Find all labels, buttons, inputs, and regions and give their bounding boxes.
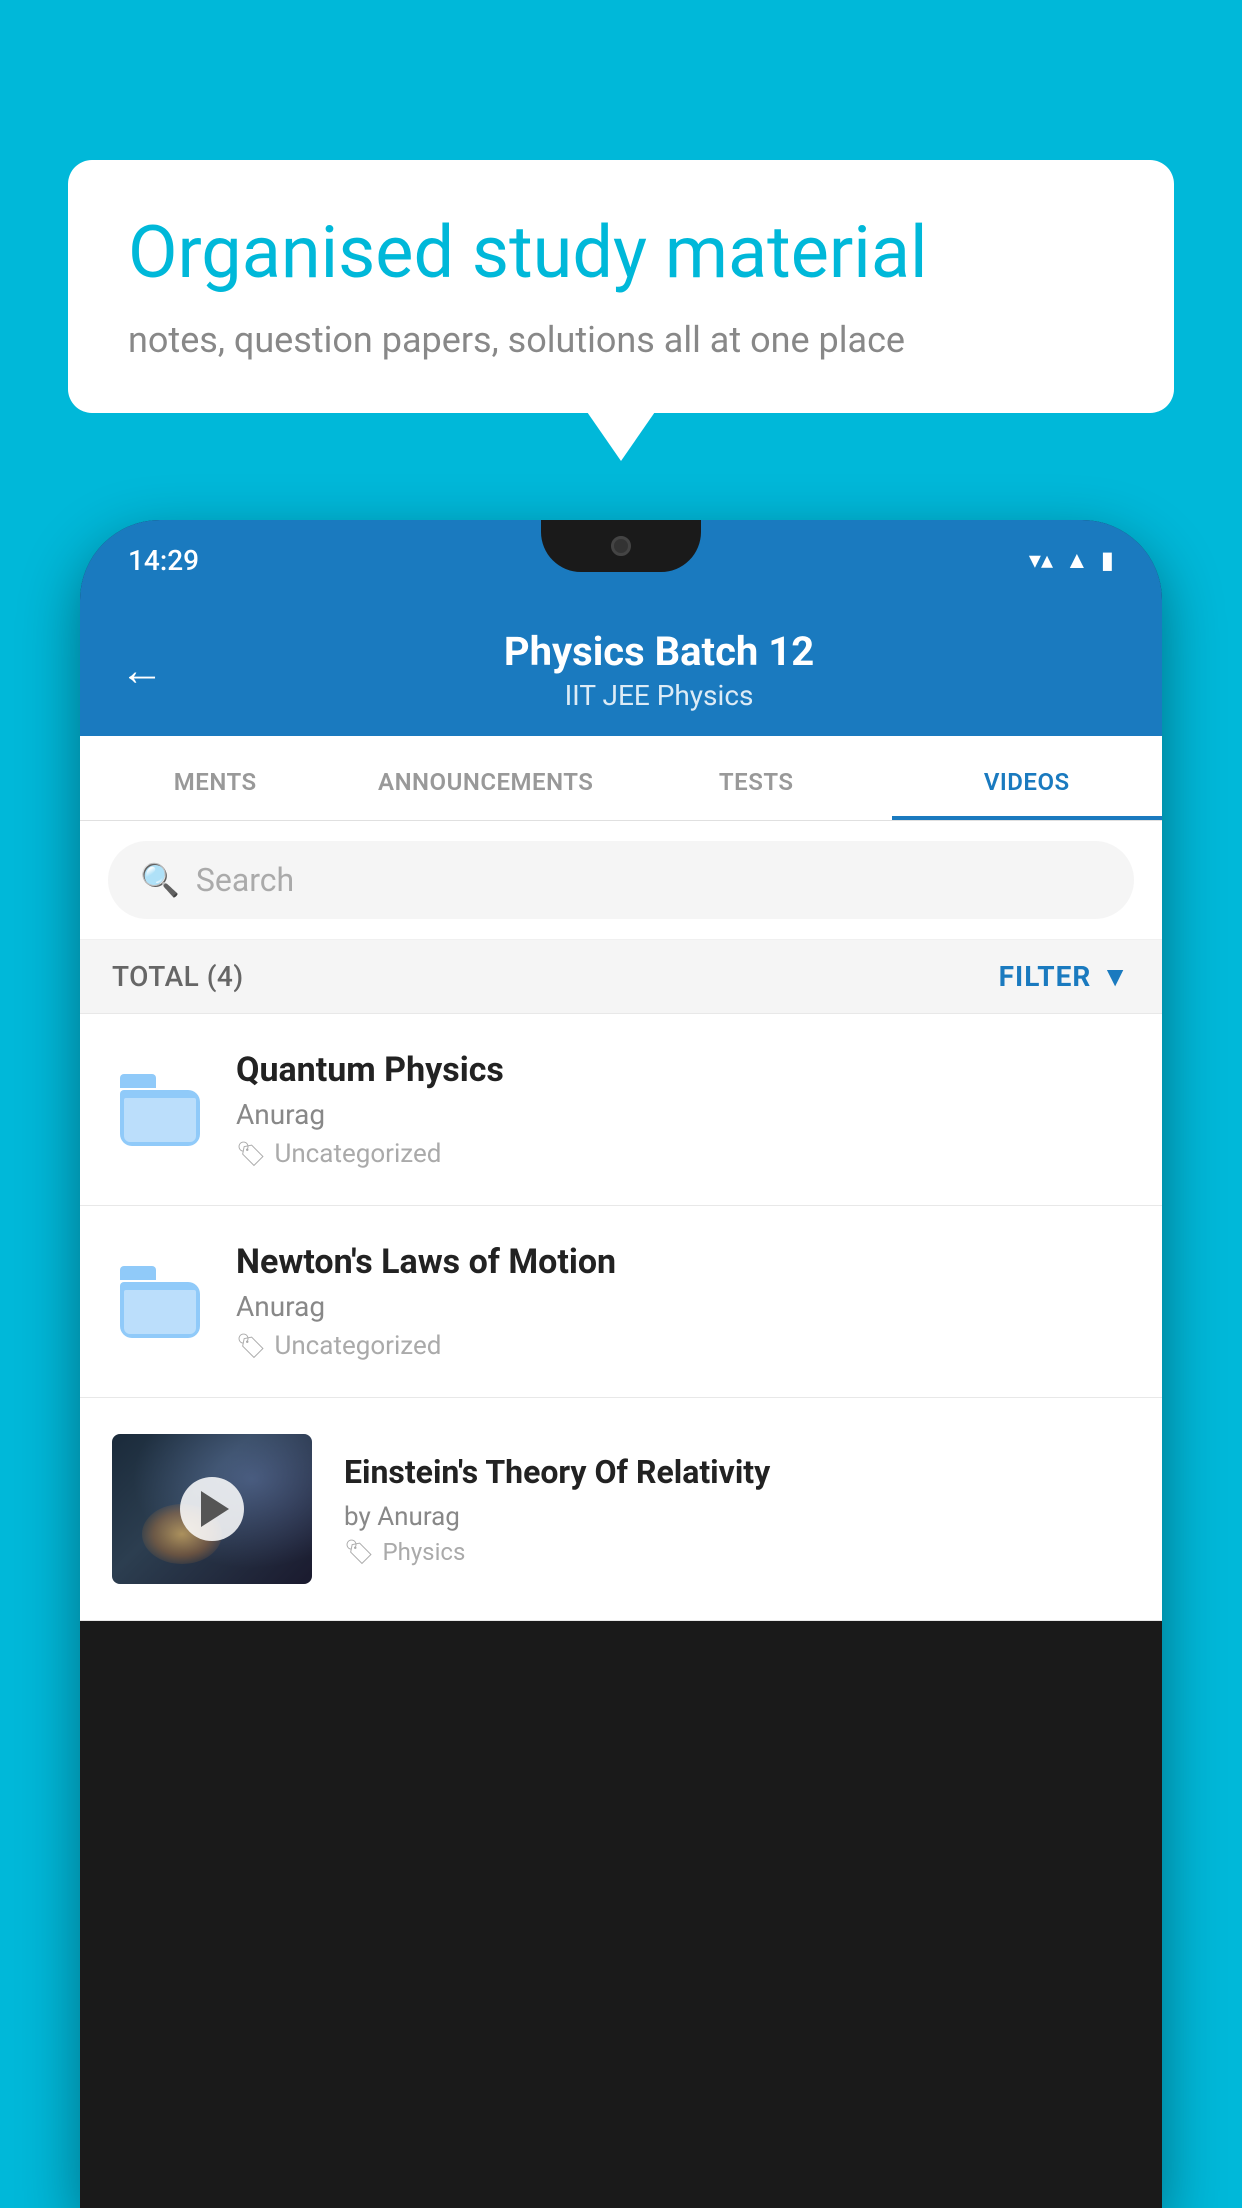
video-title: Einstein's Theory Of Relativity xyxy=(344,1452,1130,1494)
back-button[interactable]: ← xyxy=(120,644,164,696)
video-thumbnail[interactable] xyxy=(112,1434,312,1584)
play-icon xyxy=(201,1491,229,1527)
content-area: Quantum Physics Anurag 🏷 Uncategorized N… xyxy=(80,1014,1162,1621)
tab-tests[interactable]: TESTS xyxy=(621,736,892,820)
video-author: by Anurag xyxy=(344,1502,1130,1532)
video-title: Newton's Laws of Motion xyxy=(236,1242,1130,1282)
phone-notch xyxy=(541,520,701,572)
tab-videos[interactable]: VIDEOS xyxy=(892,736,1163,820)
folder-icon xyxy=(112,1254,208,1350)
speech-bubble-subtitle: notes, question papers, solutions all at… xyxy=(128,319,1114,361)
tag-label: Physics xyxy=(382,1538,465,1566)
tag-label: Uncategorized xyxy=(274,1331,441,1361)
total-count-label: TOTAL (4) xyxy=(112,960,244,993)
speech-bubble-title: Organised study material xyxy=(128,212,1114,295)
search-input-wrap[interactable]: 🔍 Search xyxy=(108,841,1134,919)
tag-icon: 🏷 xyxy=(236,1140,266,1168)
video-item-info: Einstein's Theory Of Relativity by Anura… xyxy=(340,1452,1130,1566)
tag-label: Uncategorized xyxy=(274,1139,441,1169)
search-container: 🔍 Search xyxy=(80,821,1162,940)
header-title-group: Physics Batch 12 IIT JEE Physics xyxy=(196,628,1122,712)
phone-camera xyxy=(611,536,631,556)
video-tag: 🏷 Physics xyxy=(344,1538,1130,1566)
header-subtitle: IIT JEE Physics xyxy=(196,679,1122,712)
video-item-info: Quantum Physics Anurag 🏷 Uncategorized xyxy=(236,1050,1130,1169)
tab-ments[interactable]: MENTS xyxy=(80,736,351,820)
filter-icon: ▼ xyxy=(1101,960,1130,993)
search-icon: 🔍 xyxy=(140,861,180,899)
tag-icon: 🏷 xyxy=(236,1332,266,1360)
battery-icon: ▮ xyxy=(1101,546,1114,574)
tab-announcements[interactable]: ANNOUNCEMENTS xyxy=(351,736,622,820)
list-item[interactable]: Newton's Laws of Motion Anurag 🏷 Uncateg… xyxy=(80,1206,1162,1398)
header-title: Physics Batch 12 xyxy=(196,628,1122,675)
video-title: Quantum Physics xyxy=(236,1050,1130,1090)
video-tag: 🏷 Uncategorized xyxy=(236,1331,1130,1361)
wifi-icon: ▾▴ xyxy=(1029,546,1053,574)
filter-button[interactable]: FILTER ▼ xyxy=(999,960,1130,993)
speech-bubble: Organised study material notes, question… xyxy=(68,160,1174,413)
video-author: Anurag xyxy=(236,1098,1130,1131)
speech-bubble-container: Organised study material notes, question… xyxy=(68,160,1174,413)
status-icons: ▾▴ ▲ ▮ xyxy=(1029,546,1114,575)
phone-frame: 14:29 ▾▴ ▲ ▮ ← Physics Batch 12 IIT JEE … xyxy=(80,520,1162,2208)
folder-icon xyxy=(112,1062,208,1158)
filter-label: FILTER xyxy=(999,960,1092,993)
tag-icon: 🏷 xyxy=(344,1538,374,1566)
status-bar: 14:29 ▾▴ ▲ ▮ xyxy=(80,520,1162,600)
play-button[interactable] xyxy=(180,1477,244,1541)
list-item[interactable]: Quantum Physics Anurag 🏷 Uncategorized xyxy=(80,1014,1162,1206)
video-author: Anurag xyxy=(236,1290,1130,1323)
tabs-bar: MENTS ANNOUNCEMENTS TESTS VIDEOS xyxy=(80,736,1162,821)
app-header: ← Physics Batch 12 IIT JEE Physics xyxy=(80,600,1162,736)
list-item[interactable]: Einstein's Theory Of Relativity by Anura… xyxy=(80,1398,1162,1621)
search-input[interactable]: Search xyxy=(196,861,294,899)
status-time: 14:29 xyxy=(128,544,199,577)
video-tag: 🏷 Uncategorized xyxy=(236,1139,1130,1169)
signal-icon: ▲ xyxy=(1065,546,1089,575)
video-item-info: Newton's Laws of Motion Anurag 🏷 Uncateg… xyxy=(236,1242,1130,1361)
filter-row: TOTAL (4) FILTER ▼ xyxy=(80,940,1162,1014)
